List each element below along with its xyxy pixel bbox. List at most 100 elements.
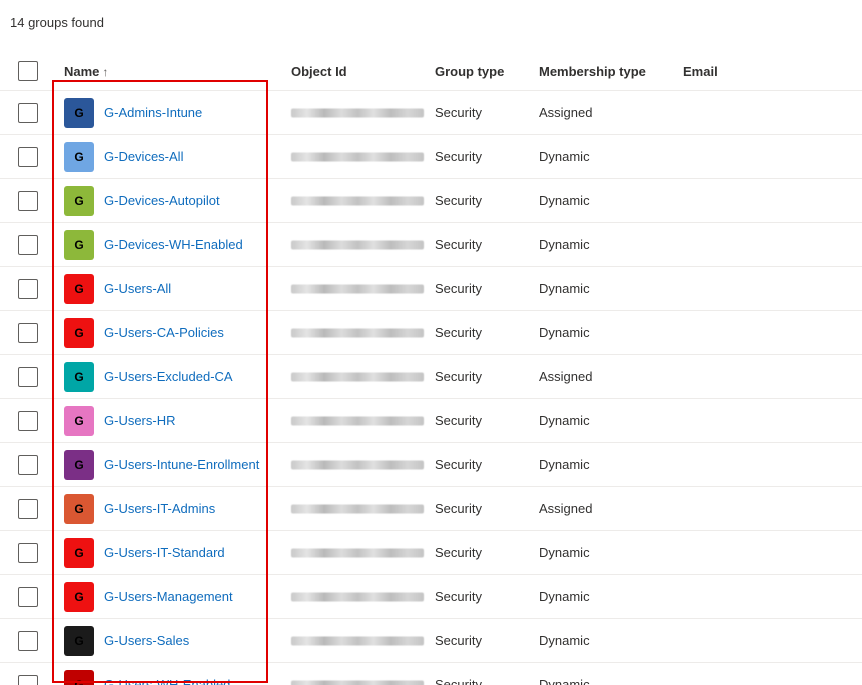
group-name-link[interactable]: G-Users-IT-Standard <box>104 545 225 560</box>
table-row[interactable]: G G-Users-Management Security Dynamic <box>0 575 862 619</box>
row-checkbox[interactable] <box>18 586 38 607</box>
group-name-link[interactable]: G-Users-CA-Policies <box>104 325 224 340</box>
column-header-name[interactable]: Name ↑ <box>64 64 108 79</box>
group-type-cell: Security <box>435 677 482 685</box>
group-type-cell: Security <box>435 413 482 428</box>
table-row[interactable]: G G-Users-HR Security Dynamic <box>0 399 862 443</box>
group-type-cell: Security <box>435 457 482 472</box>
row-checkbox[interactable] <box>18 190 38 211</box>
table-row[interactable]: G G-Devices-All Security Dynamic <box>0 135 862 179</box>
column-header-email[interactable]: Email <box>683 64 718 79</box>
table-row[interactable]: G G-Users-IT-Admins Security Assigned <box>0 487 862 531</box>
group-name-link[interactable]: G-Admins-Intune <box>104 105 202 120</box>
row-checkbox[interactable] <box>18 630 38 651</box>
row-checkbox[interactable] <box>18 102 38 123</box>
table-row[interactable]: G G-Users-All Security Dynamic <box>0 267 862 311</box>
group-type-cell: Security <box>435 369 482 384</box>
table-row[interactable]: G G-Devices-Autopilot Security Dynamic <box>0 179 862 223</box>
group-name-link[interactable]: G-Users-WH-Enabled <box>104 677 230 685</box>
group-name-link[interactable]: G-Users-Excluded-CA <box>104 369 233 384</box>
column-header-membership-type[interactable]: Membership type <box>539 64 646 79</box>
group-type-cell: Security <box>435 193 482 208</box>
membership-type-cell: Dynamic <box>539 281 590 296</box>
group-name-link[interactable]: G-Users-Management <box>104 589 233 604</box>
membership-type-cell: Assigned <box>539 105 593 120</box>
membership-type-cell: Dynamic <box>539 545 590 560</box>
group-avatar: G <box>64 361 94 392</box>
group-type-cell: Security <box>435 633 482 648</box>
group-type-cell: Security <box>435 281 482 296</box>
group-type-cell: Security <box>435 149 482 164</box>
row-checkbox[interactable] <box>18 674 38 685</box>
group-name-link[interactable]: G-Devices-Autopilot <box>104 193 220 208</box>
row-checkbox[interactable] <box>18 322 38 343</box>
object-id-redacted <box>291 152 424 161</box>
results-count: 14 groups found <box>10 15 104 30</box>
column-header-group-type[interactable]: Group type <box>435 64 504 79</box>
object-id-redacted <box>291 328 424 337</box>
membership-type-cell: Dynamic <box>539 589 590 604</box>
groups-page: 14 groups found Name ↑ Object Id Group ty… <box>0 0 862 685</box>
group-avatar: G <box>64 625 94 656</box>
group-avatar: G <box>64 581 94 612</box>
membership-type-cell: Dynamic <box>539 457 590 472</box>
group-avatar: G <box>64 141 94 172</box>
membership-type-cell: Dynamic <box>539 413 590 428</box>
group-type-cell: Security <box>435 325 482 340</box>
row-checkbox[interactable] <box>18 146 38 167</box>
row-checkbox[interactable] <box>18 278 38 299</box>
object-id-redacted <box>291 636 424 645</box>
object-id-redacted <box>291 504 424 513</box>
object-id-redacted <box>291 240 424 249</box>
membership-type-cell: Dynamic <box>539 633 590 648</box>
membership-type-cell: Dynamic <box>539 677 590 685</box>
group-avatar: G <box>64 493 94 524</box>
group-name-link[interactable]: G-Users-Sales <box>104 633 189 648</box>
membership-type-cell: Dynamic <box>539 149 590 164</box>
group-avatar: G <box>64 97 94 128</box>
group-avatar: G <box>64 669 94 685</box>
group-name-link[interactable]: G-Users-Intune-Enrollment <box>104 457 259 472</box>
group-name-link[interactable]: G-Users-HR <box>104 413 176 428</box>
object-id-redacted <box>291 592 424 601</box>
select-all-checkbox[interactable] <box>18 61 38 81</box>
membership-type-cell: Assigned <box>539 501 593 516</box>
table-row[interactable]: G G-Admins-Intune Security Assigned <box>0 91 862 135</box>
group-type-cell: Security <box>435 545 482 560</box>
group-type-cell: Security <box>435 237 482 252</box>
group-name-link[interactable]: G-Devices-WH-Enabled <box>104 237 243 252</box>
row-checkbox[interactable] <box>18 366 38 387</box>
membership-type-cell: Assigned <box>539 369 593 384</box>
group-avatar: G <box>64 317 94 348</box>
sort-ascending-icon: ↑ <box>102 64 109 79</box>
group-avatar: G <box>64 405 94 436</box>
table-row[interactable]: G G-Users-Sales Security Dynamic <box>0 619 862 663</box>
group-type-cell: Security <box>435 589 482 604</box>
table-row[interactable]: G G-Users-CA-Policies Security Dynamic <box>0 311 862 355</box>
group-avatar: G <box>64 449 94 480</box>
group-type-cell: Security <box>435 105 482 120</box>
membership-type-cell: Dynamic <box>539 325 590 340</box>
object-id-redacted <box>291 680 424 685</box>
object-id-redacted <box>291 416 424 425</box>
table-header: Name ↑ Object Id Group type Membership ty… <box>0 52 862 91</box>
table-row[interactable]: G G-Devices-WH-Enabled Security Dynamic <box>0 223 862 267</box>
object-id-redacted <box>291 548 424 557</box>
object-id-redacted <box>291 460 424 469</box>
group-name-link[interactable]: G-Users-IT-Admins <box>104 501 215 516</box>
row-checkbox[interactable] <box>18 234 38 255</box>
group-avatar: G <box>64 537 94 568</box>
group-avatar: G <box>64 185 94 216</box>
table-row[interactable]: G G-Users-IT-Standard Security Dynamic <box>0 531 862 575</box>
row-checkbox[interactable] <box>18 498 38 519</box>
row-checkbox[interactable] <box>18 454 38 475</box>
group-name-link[interactable]: G-Users-All <box>104 281 171 296</box>
column-header-object-id[interactable]: Object Id <box>291 64 347 79</box>
table-row[interactable]: G G-Users-Excluded-CA Security Assigned <box>0 355 862 399</box>
row-checkbox[interactable] <box>18 410 38 431</box>
membership-type-cell: Dynamic <box>539 193 590 208</box>
table-row[interactable]: G G-Users-WH-Enabled Security Dynamic <box>0 663 862 685</box>
group-name-link[interactable]: G-Devices-All <box>104 149 183 164</box>
table-row[interactable]: G G-Users-Intune-Enrollment Security Dyn… <box>0 443 862 487</box>
row-checkbox[interactable] <box>18 542 38 563</box>
